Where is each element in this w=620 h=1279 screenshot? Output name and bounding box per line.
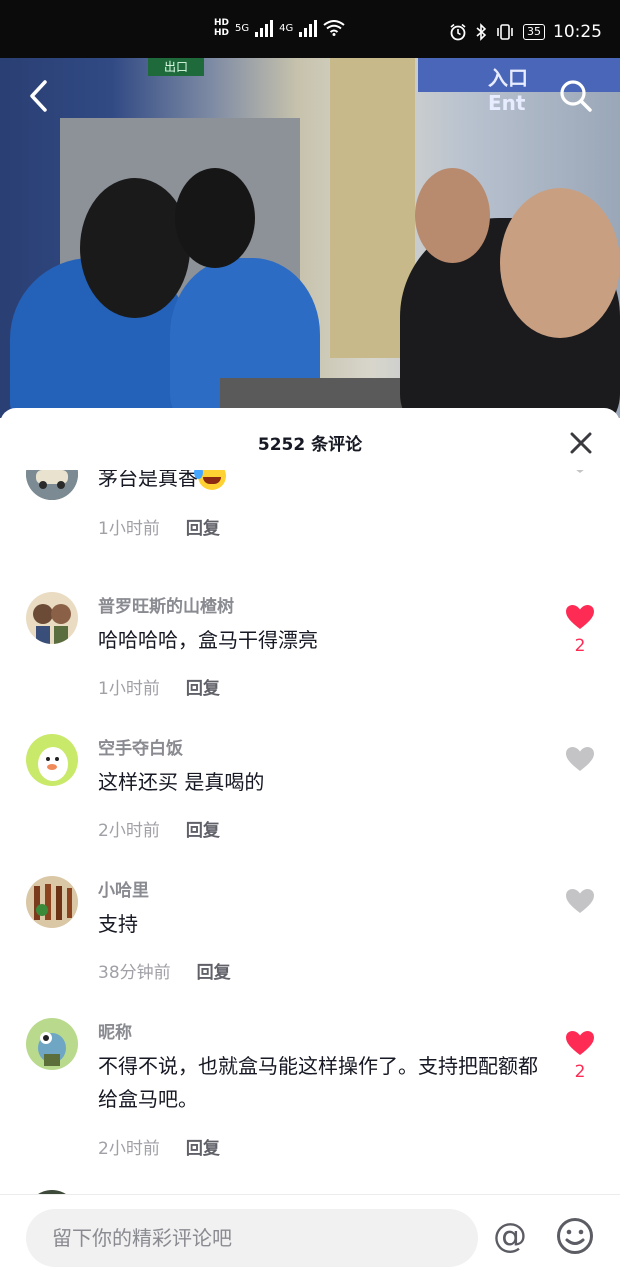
comment-meta: 1小时前 回复	[98, 514, 220, 539]
network-type-1: 5G	[235, 22, 250, 34]
comment-input-bar: @	[0, 1194, 620, 1279]
comment-meta: 2小时前 回复	[98, 816, 220, 841]
wifi-icon	[323, 20, 345, 36]
car-avatar-image	[26, 470, 78, 500]
network-type-2: 4G	[279, 22, 294, 34]
comments-list[interactable]: 茅台是真香 1小时前 回复 普罗旺斯的山楂树 哈哈哈哈，盒马干得漂亮 1小时前 …	[0, 470, 620, 1194]
comments-header: 5252 条评论	[0, 408, 620, 470]
like-button[interactable]	[564, 746, 596, 776]
mention-button[interactable]: @	[490, 1215, 530, 1259]
hd-label-1: HD	[214, 18, 230, 28]
bluetooth-icon	[476, 23, 487, 41]
like-button[interactable]	[564, 470, 596, 478]
comment-text: 支持	[98, 912, 138, 936]
heart-filled-icon	[566, 605, 594, 629]
emoji-smile-icon	[557, 1218, 593, 1254]
emoji-button[interactable]	[556, 1217, 594, 1255]
search-button[interactable]	[556, 76, 596, 116]
comment-author[interactable]: 昵称	[98, 1018, 132, 1043]
search-icon	[560, 80, 592, 112]
comment-time: 38分钟前	[98, 963, 171, 983]
signal-icon-2	[299, 19, 318, 37]
like-count: 2	[574, 1062, 586, 1082]
hd-label-2: HD	[214, 28, 230, 38]
comment-author[interactable]: 小哈里	[98, 876, 149, 901]
close-button[interactable]	[566, 428, 596, 458]
reply-button[interactable]: 回复	[197, 958, 231, 983]
close-icon	[570, 432, 592, 454]
comments-sheet: 5252 条评论 茅台是真香 1小时前 回复 普罗旺斯的山楂树 哈哈哈哈，盒马干…	[0, 408, 620, 1279]
comment-count-title: 5252 条评论	[257, 435, 363, 455]
couple-avatar-image	[26, 592, 78, 644]
vibrate-icon	[497, 24, 513, 40]
creature-avatar-image	[26, 1018, 78, 1070]
staff-head	[80, 178, 190, 318]
comment-time: 2小时前	[98, 821, 160, 841]
like-count: 2	[574, 636, 586, 656]
exit-sign: 出口	[148, 58, 204, 76]
heart-outline-icon	[566, 747, 594, 771]
comment-text: 这样还买 是真喝的	[98, 770, 265, 794]
avatar[interactable]	[26, 470, 78, 500]
back-arrow-icon	[30, 80, 47, 112]
comment-text: 哈哈哈哈，盒马干得漂亮	[98, 628, 318, 652]
customer-head-2	[500, 188, 620, 338]
status-bar: HD HD 5G 4G 35 10:25	[0, 0, 620, 58]
back-button[interactable]	[18, 76, 58, 116]
comment-item: 小哈里 支持 38分钟前 回复	[0, 876, 620, 1006]
comment-time: 1小时前	[98, 679, 160, 699]
battery-icon: 35	[523, 24, 545, 40]
heart-filled-icon	[566, 1031, 594, 1055]
staff-head-2	[175, 168, 255, 268]
customer-head	[415, 168, 490, 263]
video-player[interactable]: 出口 入口 Ent	[0, 58, 620, 418]
avatar[interactable]	[26, 734, 78, 786]
avatar[interactable]	[26, 592, 78, 644]
comment-item: 空手夺白饭 这样还买 是真喝的 2小时前 回复	[0, 734, 620, 864]
reply-button[interactable]: 回复	[186, 816, 220, 841]
comment-time: 1小时前	[98, 519, 160, 539]
laughing-tears-emoji-icon	[194, 470, 226, 490]
reply-button[interactable]: 回复	[186, 674, 220, 699]
comment-text: 茅台是真香	[98, 470, 548, 495]
reply-button[interactable]: 回复	[186, 1134, 220, 1159]
comment-meta: 2小时前 回复	[98, 1134, 220, 1159]
avatar[interactable]	[26, 876, 78, 928]
like-button[interactable]	[564, 888, 596, 918]
comment-item: 昵称 不得不说，也就盒马能这样操作了。支持把配额都给盒马吧。 2小时前 回复 2	[0, 1018, 620, 1188]
comment-item: 茅台是真香 1小时前 回复	[0, 470, 620, 568]
comment-author[interactable]: 空手夺白饭	[98, 734, 183, 759]
reply-button[interactable]: 回复	[186, 514, 220, 539]
like-button[interactable]: 2	[564, 604, 596, 656]
comment-meta: 38分钟前 回复	[98, 958, 231, 983]
comment-time: 2小时前	[98, 1139, 160, 1159]
avatar[interactable]	[26, 1018, 78, 1070]
comment-meta: 1小时前 回复	[98, 674, 220, 699]
alarm-icon	[450, 23, 466, 41]
like-button[interactable]: 2	[564, 1030, 596, 1082]
heart-outline-icon	[566, 889, 594, 913]
clock: 10:25	[553, 22, 602, 42]
comment-text-content: 茅台是真香	[98, 470, 198, 490]
comment-item: 普罗旺斯的山楂树 哈哈哈哈，盒马干得漂亮 1小时前 回复 2	[0, 592, 620, 722]
comment-author[interactable]: 普罗旺斯的山楂树	[98, 592, 234, 617]
cartoon-avatar-image	[26, 734, 78, 786]
signal-icon	[255, 19, 274, 37]
comment-input[interactable]	[26, 1209, 478, 1267]
food-avatar-image	[26, 876, 78, 928]
comment-text: 不得不说，也就盒马能这样操作了。支持把配额都给盒马吧。	[98, 1054, 538, 1111]
hd-indicator: HD HD	[214, 18, 229, 38]
heart-outline-icon	[576, 470, 584, 473]
